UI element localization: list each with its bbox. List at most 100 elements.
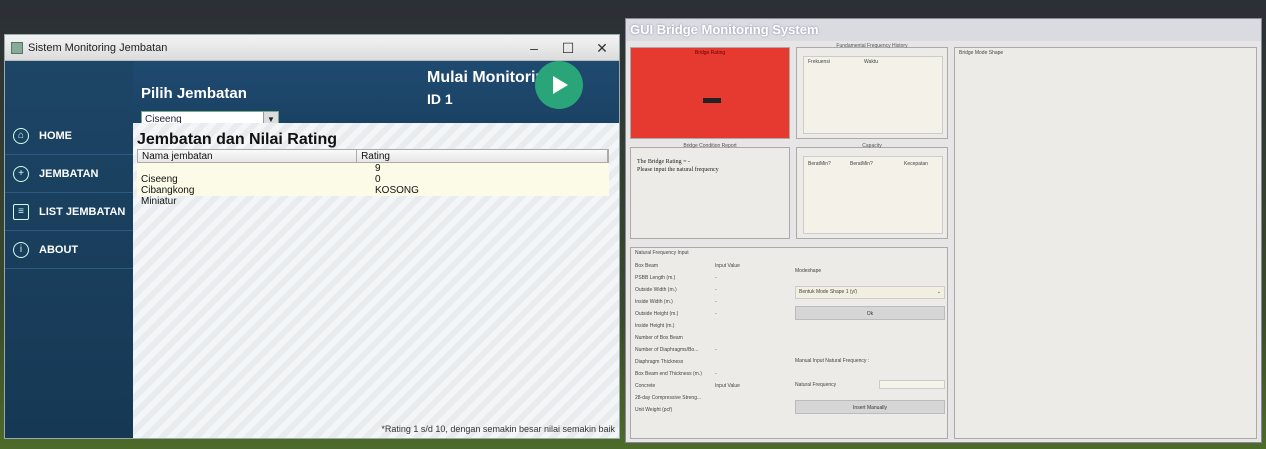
cell-name: Ciseeng xyxy=(141,174,178,185)
nf-label: Number of Diaphragms/Bo... xyxy=(635,347,699,353)
nf-row[interactable]: Number of Diaphragms/Bo... - xyxy=(635,344,785,356)
sidebar-item-about[interactable]: i ABOUT xyxy=(5,231,133,269)
column-header-rating[interactable]: Rating xyxy=(357,150,608,162)
sidebar-item-label: ABOUT xyxy=(39,243,79,256)
rating-value-box xyxy=(703,98,721,103)
table-row[interactable]: Miniatur xyxy=(137,196,609,207)
column-header-name[interactable]: Nama jembatan xyxy=(138,150,358,162)
nf-row[interactable]: Inside Width (m.) - xyxy=(635,296,785,308)
nf-row[interactable]: Outside Height (m.) - xyxy=(635,308,785,320)
nf-value: - xyxy=(715,371,717,377)
start-monitoring-button[interactable] xyxy=(535,61,583,109)
frequency-history-list[interactable]: Frekuensi Waktu xyxy=(803,56,943,134)
ok-button[interactable]: Ok xyxy=(795,306,945,320)
nf-row[interactable]: 28-day Compressive Streng... xyxy=(635,392,785,404)
nf-input-list: Box Beam Input Value PSBB Length (m.) - Ou… xyxy=(635,260,785,416)
nf-value: - xyxy=(715,299,717,305)
column-header: Waktu xyxy=(864,59,878,65)
play-icon xyxy=(553,76,568,94)
modeshape-select[interactable]: Bentuk Mode Shape 1 (y/) ⌄ xyxy=(795,286,945,299)
nf-label: Diaphragm Thickness xyxy=(635,359,684,365)
manual-input-label: Manual Input Natural Frequency : xyxy=(795,358,870,364)
rating-note: *Rating 1 s/d 10, dengan semakin besar n… xyxy=(381,424,615,434)
panel-legend: Bridge Condition Report xyxy=(683,143,737,149)
nf-row[interactable]: Box Beam Input Value xyxy=(635,260,785,272)
nf-row[interactable]: PSBB Length (m.) - xyxy=(635,272,785,284)
minimize-button[interactable]: – xyxy=(517,35,551,61)
info-icon: i xyxy=(13,241,29,258)
condition-report-panel: Bridge Condition Report The Bridge Ratin… xyxy=(630,143,790,239)
condition-line: The Bridge Rating = - xyxy=(637,159,691,165)
table-header: Nama jembatan Rating xyxy=(137,149,609,163)
pilih-jembatan-label: Pilih Jembatan xyxy=(141,85,247,102)
insert-manually-button[interactable]: Insert Manually xyxy=(795,400,945,414)
sidebar-item-jembatan[interactable]: + JEMBATAN xyxy=(5,155,133,193)
column-header: Kecepatan xyxy=(904,161,928,167)
header: Pilih Jembatan Ciseeng ▼ Mulai Monitorin… xyxy=(133,61,619,128)
panel-legend: Capacity xyxy=(862,143,882,149)
nf-label: Outside Width (m.) xyxy=(635,287,677,293)
nf-label: Box Beam end Thickness (m.) xyxy=(635,371,702,377)
natural-frequency-input-panel: Natural Frequency Input Box Beam Input Va… xyxy=(630,247,948,439)
cell-name: Cibangkong xyxy=(141,185,195,196)
nf-label: Number of Box Beam xyxy=(635,335,683,341)
nf-label: Inside Height (m.) xyxy=(635,323,675,329)
natural-frequency-label: Natural Frequency xyxy=(795,382,837,388)
sidebar-item-home[interactable]: ⌂ HOME xyxy=(5,117,133,155)
maximize-button[interactable]: ☐ xyxy=(551,35,585,61)
cell-rating: 9 xyxy=(375,163,381,174)
id-label: ID 1 xyxy=(427,91,453,107)
sidebar-item-list-jembatan[interactable]: ≡ LIST JEMBATAN xyxy=(5,193,133,231)
modeshape-select-value: Bentuk Mode Shape 1 (y/) xyxy=(799,289,858,295)
nf-label: Concrete xyxy=(635,383,656,389)
nf-label: Box Beam xyxy=(635,263,659,269)
capacity-panel: Capacity BeratMin? BeratMin? Kecepatan xyxy=(796,143,948,239)
fundamental-frequency-panel: Fundamental Frequency History Frekuensi … xyxy=(796,43,948,139)
condition-line: Please input the natural frequency xyxy=(637,167,719,173)
nf-row[interactable]: Box Beam end Thickness (m.) - xyxy=(635,368,785,380)
nf-row[interactable]: Unit Weight (pcf) xyxy=(635,404,785,416)
cell-name: Miniatur xyxy=(141,196,177,207)
mode-shape-panel: Bridge Mode Shape xyxy=(954,47,1257,439)
capacity-list[interactable]: BeratMin? BeratMin? Kecepatan xyxy=(803,156,943,234)
nf-label: Inside Width (m.) xyxy=(635,299,673,305)
home-icon: ⌂ xyxy=(13,127,29,144)
nf-value: - xyxy=(715,311,717,317)
cell-name xyxy=(137,163,357,174)
sidebar-item-label: HOME xyxy=(39,129,72,142)
nf-value: - xyxy=(715,287,717,293)
column-header: Frekuensi xyxy=(808,59,830,65)
sidebar: ⌂ HOME + JEMBATAN ≡ LIST JEMBATAN i ABOU… xyxy=(5,61,133,438)
main-content: Jembatan dan Nilai Rating Nama jembatan … xyxy=(133,123,619,438)
monitoring-window: Sistem Monitoring Jembatan – ☐ ✕ ⌂ HOME … xyxy=(4,34,620,439)
table-row[interactable]: Cibangkong KOSONG xyxy=(137,185,609,196)
table-row[interactable]: 9 xyxy=(137,163,609,174)
app-icon xyxy=(11,41,23,54)
table-row[interactable]: Ciseeng 0 xyxy=(137,174,609,185)
panel-legend: Fundamental Frequency History xyxy=(836,43,908,49)
nf-value: Input Value xyxy=(715,383,740,389)
sidebar-item-label: LIST JEMBATAN xyxy=(39,205,126,218)
panel-legend: Natural Frequency Input xyxy=(635,250,689,256)
column-header: BeratMin? xyxy=(850,161,873,167)
close-button[interactable]: ✕ xyxy=(585,35,619,61)
nf-label: Outside Height (m.) xyxy=(635,311,679,317)
sidebar-item-label: JEMBATAN xyxy=(39,167,99,180)
rating-table: Nama jembatan Rating 9 Ciseeng 0 Cibangk… xyxy=(137,149,609,207)
window-title: GUI Bridge Monitoring System xyxy=(626,19,1261,41)
nf-row[interactable]: Concrete Input Value xyxy=(635,380,785,392)
gui-bridge-window: GUI Bridge Monitoring System Bridge Rati… xyxy=(625,18,1262,443)
panel-legend: Bridge Mode Shape xyxy=(959,50,1004,56)
nf-row[interactable]: Inside Height (m.) xyxy=(635,320,785,332)
plus-circle-icon: + xyxy=(13,165,29,182)
nf-row[interactable]: Outside Width (m.) - xyxy=(635,284,785,296)
nf-value: - xyxy=(715,275,717,281)
modeshape-label: Modeshape xyxy=(795,268,822,274)
natural-frequency-field[interactable] xyxy=(879,380,945,389)
nf-label: 28-day Compressive Streng... xyxy=(635,395,702,401)
cell-rating xyxy=(357,196,609,207)
content-title: Jembatan dan Nilai Rating xyxy=(137,131,338,148)
list-icon: ≡ xyxy=(13,203,29,220)
nf-row[interactable]: Diaphragm Thickness xyxy=(635,356,785,368)
nf-row[interactable]: Number of Box Beam xyxy=(635,332,785,344)
